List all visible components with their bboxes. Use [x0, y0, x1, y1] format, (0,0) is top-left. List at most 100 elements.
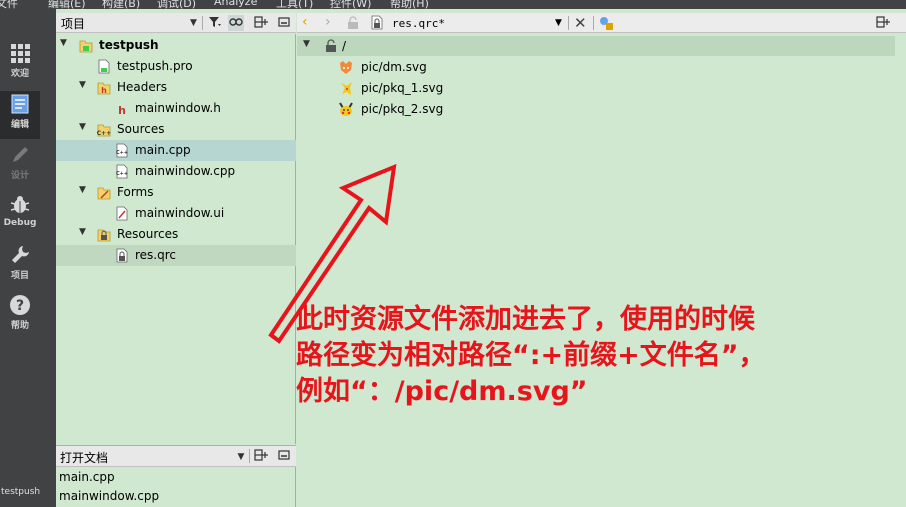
menu-analyze[interactable]: Analyze [214, 0, 257, 8]
mode-projects-label: 项目 [10, 271, 29, 281]
open-docs-header: 打开文档 ▼ [56, 445, 296, 467]
menu-build[interactable]: 构建(B) [102, 0, 140, 9]
divider [568, 16, 569, 30]
project-pane-title[interactable]: 项目 [61, 15, 85, 32]
resource-file-item[interactable]: pic/dm.svg [339, 57, 539, 78]
mode-debug[interactable]: Debug [0, 192, 40, 240]
edit-document-icon [11, 94, 29, 114]
tree-item-res-qrc[interactable]: res.qrc [56, 245, 296, 266]
open-doc-item[interactable]: main.cpp [59, 470, 115, 484]
mode-edit[interactable]: 编辑 [0, 91, 40, 139]
menu-bar: 文件 编辑(E) 构建(B) 调试(D) Analyze 工具(T) 控件(W)… [0, 0, 906, 9]
svg-text:C++: C++ [97, 130, 111, 137]
menu-file[interactable]: 文件 [0, 0, 18, 9]
tree-item-mainwindow-h[interactable]: h mainwindow.h [56, 98, 296, 119]
mode-edit-label: 编辑 [10, 120, 29, 130]
cpp-file-icon: C++ [116, 143, 128, 158]
grid-icon [11, 44, 30, 63]
tree-item-label: main.cpp [135, 143, 191, 157]
resource-file-path: pic/dm.svg [361, 60, 427, 74]
chevron-down-icon[interactable]: ▼ [79, 185, 89, 195]
lock-icon [326, 39, 336, 52]
split-icon[interactable] [253, 15, 269, 31]
close-pane-icon[interactable] [276, 15, 292, 31]
pro-file-icon [98, 59, 110, 74]
close-pane-icon[interactable] [276, 448, 292, 464]
menu-debug[interactable]: 调试(D) [157, 0, 196, 9]
tree-item-mainwindow-ui[interactable]: mainwindow.ui [56, 203, 296, 224]
link-icon[interactable] [228, 15, 244, 31]
chevron-down-icon[interactable]: ▼ [60, 38, 70, 48]
svg-text:?: ? [16, 298, 24, 314]
tree-item-main-cpp[interactable]: C++ main.cpp [56, 140, 296, 161]
tree-item-sources[interactable]: ▼ C++ Sources [56, 119, 296, 140]
open-doc-item[interactable]: mainwindow.cpp [59, 489, 159, 503]
chevron-down-icon[interactable]: ▼ [555, 18, 562, 28]
mode-welcome[interactable]: 欢迎 [0, 40, 40, 88]
qrc-file-icon [116, 248, 128, 263]
menu-edit[interactable]: 编辑(E) [48, 0, 86, 9]
menu-tools[interactable]: 工具(T) [276, 0, 313, 9]
bug-icon [10, 196, 30, 213]
resource-file-item[interactable]: pic/pkq_2.svg [339, 99, 539, 120]
divider [249, 449, 250, 463]
divider [593, 16, 594, 30]
tree-item-testpush[interactable]: ▼ testpush [56, 35, 296, 56]
annotation-text: 此时资源文件添加进去了，使用的时候 路径变为相对路径“:+前缀+文件名”， 例如… [296, 302, 906, 410]
tree-item-label: Headers [117, 80, 167, 94]
forward-icon[interactable]: › [325, 14, 331, 30]
filter-icon[interactable] [207, 15, 223, 31]
tree-item-label: mainwindow.ui [135, 206, 225, 220]
prefix-row[interactable]: ▼ / [297, 36, 895, 56]
tree-item-label: Forms [117, 185, 154, 199]
split-icon[interactable] [876, 15, 890, 32]
tree-item-label: mainwindow.cpp [135, 164, 236, 178]
mode-help-label: 帮助 [10, 321, 29, 331]
tree-item-headers[interactable]: ▼ h Headers [56, 77, 296, 98]
chevron-down-icon[interactable]: ▼ [303, 39, 310, 49]
open-docs-title[interactable]: 打开文档 [60, 449, 108, 466]
tree-item-label: testpush [99, 38, 159, 52]
fox-icon [340, 61, 352, 74]
resource-editor-tree: ▼ / pic/dm.svg pic/pkq_1.svg pic/pkq_2.s… [297, 34, 906, 507]
headers-folder-icon: h [97, 82, 111, 95]
mode-welcome-label: 欢迎 [10, 69, 29, 79]
chevron-down-icon[interactable]: ▼ [79, 80, 89, 90]
chevron-down-icon[interactable]: ▼ [233, 449, 249, 465]
resource-file-item[interactable]: pic/pkq_1.svg [339, 78, 539, 99]
mode-projects[interactable]: 项目 [0, 242, 40, 290]
pikachu-face-icon [339, 102, 353, 116]
tree-item-resources[interactable]: ▼ Resources [56, 224, 296, 245]
tree-item-pro-file[interactable]: testpush.pro [56, 56, 296, 77]
mode-selector-bar: 欢迎 编辑 设计 Debug 项目 ? 帮助 testpush [0, 9, 56, 507]
annotation-line: 路径变为相对路径“:+前缀+文件名”， [296, 340, 766, 371]
wrench-icon [12, 246, 29, 263]
tree-item-forms[interactable]: ▼ Forms [56, 182, 296, 203]
svg-text:h: h [101, 86, 107, 95]
chevron-down-icon[interactable]: ▼ [79, 227, 89, 237]
chevron-down-icon[interactable]: ▼ [190, 18, 197, 28]
annotation-line: 例如“：/pic/dm.svg” [296, 376, 588, 407]
editor-toolbar: ‹ › res.qrc* ▼ ✕ [297, 13, 906, 33]
split-icon[interactable] [253, 448, 269, 464]
resources-folder-icon [97, 229, 111, 242]
tree-item-mainwindow-cpp[interactable]: C++ mainwindow.cpp [56, 161, 296, 182]
back-icon[interactable]: ‹ [302, 14, 308, 30]
session-label: testpush [1, 487, 41, 497]
divider [202, 16, 203, 30]
tree-item-label: testpush.pro [117, 59, 193, 73]
lock-icon[interactable] [347, 16, 359, 33]
tree-item-label: Sources [117, 122, 165, 136]
chevron-down-icon[interactable]: ▼ [79, 122, 89, 132]
menu-help[interactable]: 帮助(H) [390, 0, 429, 9]
cpp-file-icon: C++ [116, 164, 128, 179]
mode-help[interactable]: ? 帮助 [0, 292, 40, 340]
svg-text:C++: C++ [116, 171, 128, 177]
menu-controls[interactable]: 控件(W) [330, 0, 371, 9]
close-icon[interactable]: ✕ [574, 14, 587, 32]
tree-item-label: mainwindow.h [135, 101, 221, 115]
project-tree: ▼ testpush testpush.pro ▼ h Headers h ma… [56, 34, 296, 444]
editor-filename[interactable]: res.qrc* [392, 17, 445, 30]
class-view-icon[interactable] [598, 15, 614, 34]
mode-design[interactable]: 设计 [0, 142, 40, 190]
